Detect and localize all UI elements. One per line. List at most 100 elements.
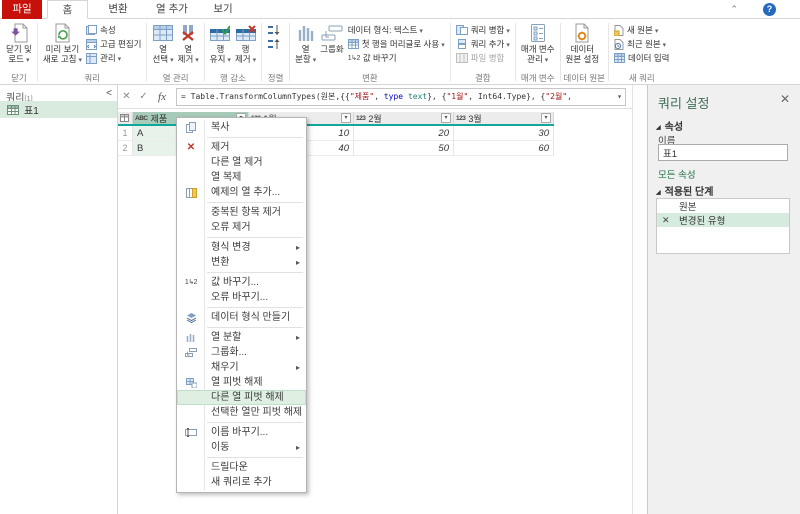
recent-sources-button[interactable]: 최근 원본 <box>612 37 671 51</box>
commit-formula-icon[interactable]: ✓ <box>135 91 152 102</box>
manage-parameters-button[interactable]: 매개 변수 관리 <box>519 20 557 65</box>
remove-columns-button[interactable]: 열 제거 <box>176 20 201 65</box>
menu-item-split-column[interactable]: 열 분할 <box>177 330 306 345</box>
rename-icon <box>181 425 201 440</box>
new-source-button[interactable]: 새 원본 <box>612 23 671 37</box>
tab-file[interactable]: 파일 <box>2 0 42 19</box>
menu-item-remove-other-columns[interactable]: 다른 열 제거 <box>177 155 306 170</box>
keep-rows-button[interactable]: 행 유지 <box>208 20 233 65</box>
menu-item-fill[interactable]: 채우기 <box>177 360 306 375</box>
tab-view[interactable]: 보기 <box>204 0 242 19</box>
menu-item-replace-values[interactable]: 1↳2 값 바꾸기... <box>177 275 306 290</box>
tab-home[interactable]: 홈 <box>47 0 88 19</box>
filter-dropdown-icon[interactable]: ▾ <box>441 113 451 123</box>
power-query-editor-window: 파일 홈 변환 열 추가 보기 ⌃ ? 닫기 및 로드 닫기 <box>0 0 800 514</box>
split-column-icon <box>298 21 314 44</box>
select-all-cell[interactable] <box>118 112 133 124</box>
data-source-settings-button[interactable]: 데이터 원본 설정 <box>564 20 602 64</box>
query-settings-panel: 쿼리 설정 ✕ ◢속성 이름 모든 속성 ◢적용된 단계 원본 ✕ 변경된 유형 <box>648 85 800 514</box>
collapse-ribbon-icon[interactable]: ⌃ <box>730 4 738 15</box>
help-icon[interactable]: ? <box>763 3 776 16</box>
group-transform: 열 분할 그룹화 데이터 형식: 텍스트 첫 행을 머리글로 사용 <box>291 20 449 84</box>
cell[interactable]: 60 <box>454 141 554 156</box>
menu-item-unpivot-other-columns[interactable]: 다른 열 피벗 해제 <box>177 390 306 405</box>
column-header-feb[interactable]: 123 2월 ▾ <box>354 112 454 124</box>
group-label-sort: 정렬 <box>267 73 284 83</box>
fx-icon[interactable]: fx <box>152 91 172 103</box>
menu-item-drill-down[interactable]: 드릴다운 <box>177 460 306 475</box>
menu-item-rename[interactable]: 이름 바꾸기... <box>177 425 306 440</box>
menu-item-remove-duplicates[interactable]: 중복된 항목 제거 <box>177 205 306 220</box>
menu-item-unpivot-only-selected[interactable]: 선택한 열만 피벗 해제 <box>177 405 306 420</box>
menu-item-create-data-type[interactable]: 데이터 형식 만들기 <box>177 310 306 325</box>
use-first-row-button[interactable]: 첫 행을 머리글로 사용 <box>346 37 447 51</box>
refresh-preview-button[interactable]: 미리 보기 새로 고침 <box>41 20 84 65</box>
remove-rows-button[interactable]: 행 제거 <box>233 20 258 65</box>
menu-item-add-column-from-examples[interactable]: 예제의 열 추가... <box>177 185 306 200</box>
copy-icon <box>181 120 201 135</box>
data-type-button[interactable]: 데이터 형식: 텍스트 <box>346 23 447 37</box>
cancel-formula-icon[interactable]: ✕ <box>118 91 135 102</box>
formula-token: "2월" <box>545 91 568 101</box>
menu-item-remove[interactable]: ✕ 제거 <box>177 140 306 155</box>
enter-data-button[interactable]: 데이터 입력 <box>612 51 671 65</box>
menu-item-group-by[interactable]: 그룹화... <box>177 345 306 360</box>
menu-item-replace-errors[interactable]: 오류 바꾸기... <box>177 290 306 305</box>
menu-item-copy[interactable]: 복사 <box>177 120 306 135</box>
close-and-load-button[interactable]: 닫기 및 로드 <box>4 20 34 65</box>
close-panel-icon[interactable]: ✕ <box>780 92 790 106</box>
collapse-pane-icon[interactable]: < <box>106 88 112 99</box>
cell[interactable]: 30 <box>454 126 554 141</box>
formula-input[interactable]: = Table.TransformColumnTypes(원본,{{"제품" , … <box>176 87 626 106</box>
remove-columns-icon <box>178 21 198 44</box>
menu-item-remove-errors[interactable]: 오류 제거 <box>177 220 306 235</box>
tab-add-column[interactable]: 열 추가 <box>148 0 196 19</box>
advanced-editor-icon <box>86 38 97 50</box>
menu-separator <box>207 237 303 238</box>
menu-separator <box>207 137 303 138</box>
tab-transform[interactable]: 변환 <box>96 0 140 19</box>
cell[interactable]: 20 <box>354 126 454 141</box>
append-queries-button[interactable]: 쿼리 추가 <box>454 37 512 51</box>
refresh-label-2: 새로 고침 <box>43 54 82 66</box>
choose-columns-button[interactable]: 열 선택 <box>150 20 175 65</box>
advanced-editor-button[interactable]: 고급 편집기 <box>84 37 143 51</box>
split-column-button[interactable]: 열 분할 <box>293 20 318 65</box>
step-source[interactable]: 원본 <box>657 199 789 213</box>
column-header-mar[interactable]: 123 3월 ▾ <box>454 112 554 124</box>
step-changed-type[interactable]: ✕ 변경된 유형 <box>657 213 789 227</box>
properties-section-header[interactable]: ◢ 속성 <box>656 118 683 133</box>
expand-formula-icon[interactable]: ▾ <box>617 89 622 105</box>
menu-separator <box>207 422 303 423</box>
manage-button[interactable]: 관리 <box>84 51 143 65</box>
all-properties-link[interactable]: 모든 속성 <box>658 167 696 181</box>
properties-button[interactable]: 속성 <box>84 23 143 37</box>
menu-item-duplicate-column[interactable]: 열 복제 <box>177 170 306 185</box>
query-list-item-table1[interactable]: 표1 <box>0 101 117 118</box>
applied-steps-section-header[interactable]: ◢ 적용된 단계 <box>656 183 713 198</box>
merge-queries-label: 쿼리 병합 <box>471 24 510 36</box>
menu-item-change-type[interactable]: 형식 변경 <box>177 240 306 255</box>
combine-files-icon <box>455 53 468 63</box>
group-separator <box>514 23 516 81</box>
combine-files-button[interactable]: 파일 병합 <box>454 51 512 65</box>
menu-item-transform[interactable]: 변환 <box>177 255 306 270</box>
group-by-button[interactable]: 그룹화 <box>318 20 345 55</box>
query-name-input[interactable] <box>658 144 788 161</box>
sort-descending-button[interactable] <box>265 37 286 51</box>
merge-queries-button[interactable]: 쿼리 병합 <box>454 23 512 37</box>
menu-item-move[interactable]: 이동 <box>177 440 306 455</box>
filter-dropdown-icon[interactable]: ▾ <box>341 113 351 123</box>
advanced-editor-label: 고급 편집기 <box>100 39 142 49</box>
delete-step-icon[interactable]: ✕ <box>662 215 676 226</box>
menu-item-unpivot-columns[interactable]: 열 피벗 해제 <box>177 375 306 390</box>
append-queries-label: 쿼리 추가 <box>471 38 510 50</box>
filter-dropdown-icon[interactable]: ▾ <box>541 113 551 123</box>
replace-values-button[interactable]: 1↳2 값 바꾸기 <box>346 51 447 65</box>
queries-pane: 쿼리[1] < 표1 <box>0 85 118 514</box>
vertical-scrollbar[interactable] <box>632 85 648 514</box>
menu-item-add-as-new-query[interactable]: 새 쿼리로 추가 <box>177 475 306 490</box>
sort-ascending-button[interactable] <box>265 23 286 37</box>
cell[interactable]: 50 <box>354 141 454 156</box>
table-icon <box>7 104 19 115</box>
